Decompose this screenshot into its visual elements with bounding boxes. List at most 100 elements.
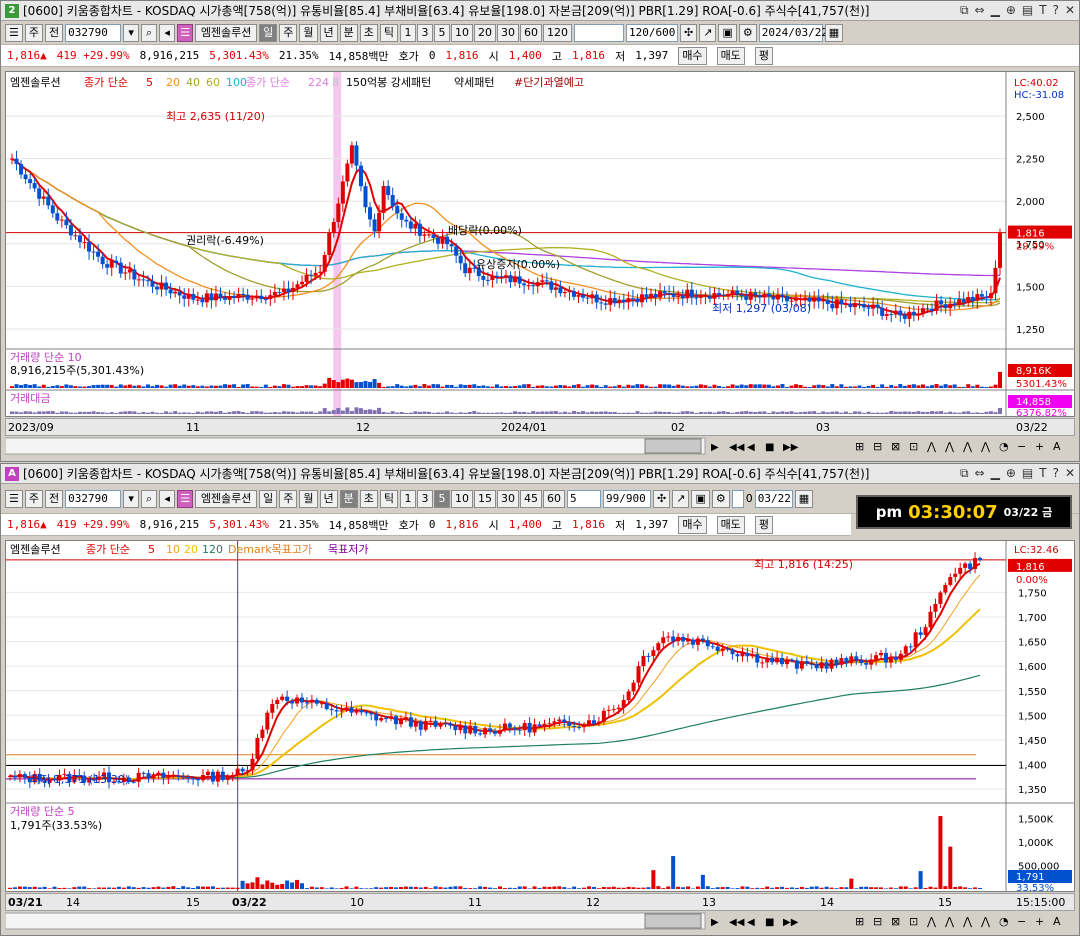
scroll-nav-button[interactable]: ◀ (747, 442, 755, 453)
chart-tool-icon[interactable]: ⊡ (909, 915, 918, 928)
chart-tool-icon[interactable]: ◔ (999, 915, 1009, 928)
font-icon[interactable]: T (1039, 3, 1046, 18)
link-icon[interactable]: ⇔ (975, 466, 985, 481)
help-icon[interactable]: ? (1053, 3, 1059, 18)
close-icon[interactable]: ✕ (1065, 3, 1075, 18)
stock-name[interactable]: 엠젠솔루션 (195, 489, 258, 508)
chart-tool-icon[interactable]: + (1035, 915, 1044, 928)
avg-button[interactable]: 평 (754, 46, 773, 65)
chart-tool-icon[interactable]: ⊡ (909, 440, 918, 453)
period-1-button[interactable]: 1 (400, 489, 416, 508)
period-20-button[interactable]: 20 (474, 23, 496, 42)
chart-tool-icon[interactable]: ⊠ (891, 440, 900, 453)
period-5-button[interactable]: 5 (434, 489, 450, 508)
draw-icon[interactable]: ↗ (699, 23, 717, 42)
sound-icon[interactable]: ◂ (159, 489, 176, 508)
chart-tool-icon[interactable]: ⋀ (980, 915, 991, 928)
period-select[interactable]: 주 (24, 23, 43, 42)
day-button[interactable]: 일 (259, 23, 278, 42)
restore-icon[interactable]: ⧉ (960, 466, 969, 481)
chart-tool-icon[interactable]: ⋀ (944, 440, 955, 453)
settings-gear-icon[interactable]: ⚙ (738, 23, 757, 42)
minute-button[interactable]: 분 (339, 489, 358, 508)
avg-button[interactable]: 평 (754, 515, 773, 534)
prev-button[interactable]: 전 (45, 489, 64, 508)
chart-tool-icon[interactable]: − (1017, 915, 1026, 928)
menu-button[interactable]: ☰ (5, 23, 23, 42)
prev-button[interactable]: 전 (45, 23, 64, 42)
bottom-chart-svg[interactable]: 1,750 1,700 1,650 1,600 1,550 1,500 1,450 1,400… (6, 541, 1074, 894)
top-chart[interactable]: 2,500 2,250 2,000 1,750 1,500 1,250 최고 2,635 (… (5, 71, 1075, 419)
period-select[interactable]: 주 (24, 489, 43, 508)
minimize-icon[interactable]: ▁ (991, 466, 1000, 481)
date-input[interactable]: 03/22 (754, 489, 793, 508)
crosshair-icon[interactable]: ✣ (653, 489, 671, 508)
menu-button[interactable]: ☰ (5, 489, 23, 508)
pin-icon[interactable]: ⊕ (1006, 466, 1016, 481)
week-button[interactable]: 주 (279, 23, 298, 42)
chart-tool-icon[interactable]: ⋀ (926, 915, 937, 928)
period-5-button[interactable]: 5 (434, 23, 450, 42)
bottom-chart[interactable]: 1,750 1,700 1,650 1,600 1,550 1,500 1,450 1,400… (5, 540, 1075, 894)
chart-tool-icon[interactable]: ⋀ (962, 440, 973, 453)
bottom-title-bar[interactable]: A [0600] 키움종합차트 - KOSDAQ 시가총액[758(억)] 유통… (1, 464, 1079, 484)
chart-tool-icon[interactable]: ⋀ (980, 440, 991, 453)
chart-tool-icon[interactable]: ◔ (999, 440, 1009, 453)
scroll-nav-button[interactable]: ▶▶ (783, 442, 799, 453)
chart-tool-icon[interactable]: ⊟ (873, 440, 882, 453)
checkbox[interactable] (731, 489, 744, 508)
settings-gear-icon[interactable]: ⚙ (711, 489, 730, 508)
print-icon[interactable]: ▤ (1022, 466, 1033, 481)
sell-button[interactable]: 매도 (716, 46, 745, 65)
year-button[interactable]: 년 (319, 23, 338, 42)
sound-icon[interactable]: ◂ (159, 23, 176, 42)
chart-tool-icon[interactable]: − (1017, 440, 1026, 453)
top-chart-svg[interactable]: 2,5002,2502,0001,7501,5001,250최고 2,635 (… (6, 72, 1074, 419)
search-icon[interactable]: ⌕ (141, 23, 158, 42)
date-input[interactable]: 2024/03/22 (758, 23, 828, 42)
chart-tool-icon[interactable]: ⋀ (944, 915, 955, 928)
count-input[interactable]: 99/900 (603, 489, 651, 508)
tick-button[interactable]: 틱 (379, 23, 398, 42)
period-15-button[interactable]: 15 (474, 489, 496, 508)
scroll-nav-button[interactable]: ■ (765, 442, 774, 453)
chart-tool-icon[interactable]: A (1053, 440, 1061, 453)
day-button[interactable]: 일 (259, 489, 278, 508)
scroll-nav-button[interactable]: ■ (765, 917, 774, 928)
custom-period-input[interactable] (574, 23, 624, 42)
week-button[interactable]: 주 (279, 489, 298, 508)
search-icon[interactable]: ⌕ (141, 489, 158, 508)
favorite-icon[interactable]: ☰ (177, 489, 194, 508)
unit-input[interactable]: 5 (567, 489, 601, 508)
draw-icon[interactable]: ↗ (672, 489, 690, 508)
save-icon[interactable]: ▣ (718, 23, 737, 42)
chart-tool-icon[interactable]: ⊠ (891, 915, 900, 928)
chart-tool-icon[interactable]: ⊟ (873, 915, 882, 928)
period-30-button[interactable]: 30 (497, 489, 519, 508)
minute-button[interactable]: 분 (339, 23, 358, 42)
chart-tool-icon[interactable]: A (1053, 915, 1061, 928)
month-button[interactable]: 월 (299, 489, 318, 508)
restore-icon[interactable]: ⧉ (960, 3, 969, 18)
calendar-icon[interactable]: ▦ (794, 489, 814, 508)
period-3-button[interactable]: 3 (417, 23, 433, 42)
scroll-nav-button[interactable]: ◀◀ (729, 442, 745, 453)
bottom-scrollbar[interactable]: ▶ ◀◀ ◀ ■ ▶▶ ⊞ ⊟ ⊠ ⊡ ⋀ ⋀ ⋀ ⋀ ◔ − + A (4, 912, 1075, 930)
link-icon[interactable]: ⇔ (975, 3, 985, 18)
period-10-button[interactable]: 10 (451, 489, 473, 508)
code-dropdown-icon[interactable]: ▾ (123, 23, 140, 42)
scroll-nav-button[interactable]: ▶▶ (783, 917, 799, 928)
period-10-button[interactable]: 10 (451, 23, 473, 42)
second-button[interactable]: 초 (359, 489, 378, 508)
year-button[interactable]: 년 (319, 489, 338, 508)
period-120-button[interactable]: 120 (543, 23, 572, 42)
buy-button[interactable]: 매수 (678, 46, 707, 65)
save-icon[interactable]: ▣ (691, 489, 710, 508)
chart-tool-icon[interactable]: ⊞ (855, 440, 864, 453)
period-3-button[interactable]: 3 (417, 489, 433, 508)
code-input[interactable]: 032790 (65, 23, 122, 42)
chart-tool-icon[interactable]: + (1035, 440, 1044, 453)
scroll-nav-button[interactable]: ◀ (747, 917, 755, 928)
pin-icon[interactable]: ⊕ (1006, 3, 1016, 18)
count-input[interactable]: 120/600 (626, 23, 678, 42)
